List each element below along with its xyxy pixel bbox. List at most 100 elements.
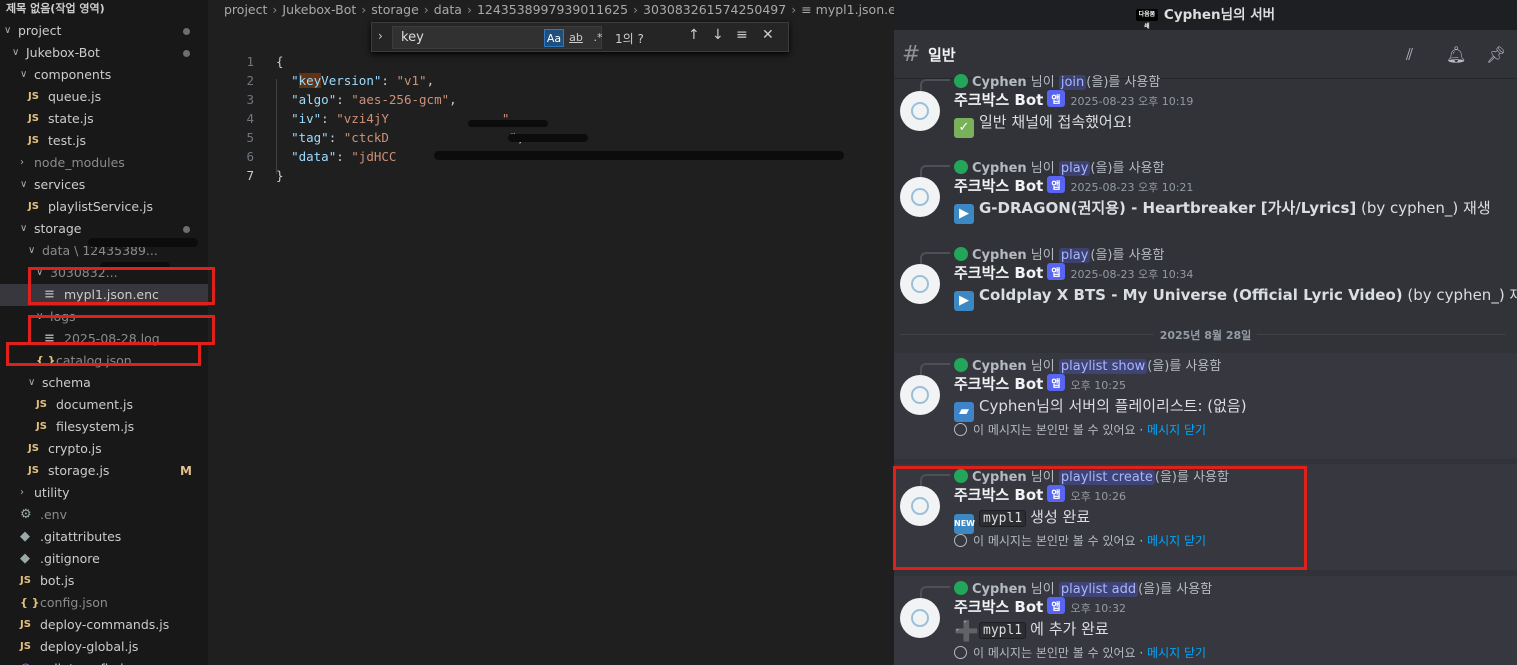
tree-item[interactable]: JS playlistService.js bbox=[0, 196, 208, 218]
pinned-messages-icon[interactable]: 📌︎ bbox=[1486, 45, 1506, 64]
tree-item[interactable]: ◆ .gitignore bbox=[0, 548, 208, 570]
tree-item[interactable]: JS bot.js bbox=[0, 570, 208, 592]
tree-item-label: deploy-global.js bbox=[40, 639, 139, 654]
tree-item[interactable]: ∨ project bbox=[0, 20, 208, 42]
bot-username[interactable]: 주크박스 Bot 앱 2025-08-23 오후 10:21 bbox=[954, 175, 1193, 196]
toggle-replace-icon[interactable]: › bbox=[378, 29, 383, 43]
tree-item[interactable]: JS crypto.js bbox=[0, 438, 208, 460]
code-line: } bbox=[276, 168, 284, 183]
dismiss-message-link[interactable]: 메시지 닫기 bbox=[1147, 423, 1206, 437]
avatar[interactable] bbox=[900, 598, 940, 638]
js-file-icon: JS bbox=[28, 201, 39, 212]
date-divider: 2025년 8월 28일 bbox=[894, 327, 1517, 343]
bot-username[interactable]: 주크박스 Bot 앱 2025-08-23 오후 10:19 bbox=[954, 89, 1193, 110]
tree-item[interactable]: ∨ components bbox=[0, 64, 208, 86]
tree-item-label: .env bbox=[40, 507, 67, 522]
js-file-icon: JS bbox=[28, 113, 39, 124]
tree-item[interactable]: JS queue.js bbox=[0, 86, 208, 108]
line-number: 3 bbox=[246, 92, 254, 107]
avatar[interactable] bbox=[900, 91, 940, 131]
chevron-down-icon: ∨ bbox=[4, 25, 12, 36]
tree-item[interactable]: JS document.js bbox=[0, 394, 208, 416]
tree-item[interactable]: ◆ .gitattributes bbox=[0, 526, 208, 548]
tree-item-label: document.js bbox=[56, 397, 134, 412]
chat-message[interactable]: Cyphen 님이 play (을)를 사용함 주크박스 Bot 앱 2025-08-2… bbox=[894, 242, 1517, 328]
tree-item[interactable]: ◉ eslint.config.js bbox=[0, 658, 208, 665]
avatar[interactable] bbox=[900, 375, 940, 415]
breadcrumb-item[interactable]: data bbox=[434, 2, 462, 17]
slash-command[interactable]: playlist show bbox=[1058, 359, 1148, 374]
emoji-icon: ✓ bbox=[954, 118, 974, 138]
tree-item[interactable]: JS filesystem.js bbox=[0, 416, 208, 438]
timestamp: 2025-08-23 오후 10:19 bbox=[1070, 95, 1194, 108]
slash-command[interactable]: join bbox=[1058, 75, 1087, 90]
slash-command[interactable]: playlist add bbox=[1058, 582, 1139, 597]
line-number: 2 bbox=[246, 73, 254, 88]
whole-word-button[interactable]: ab bbox=[566, 29, 586, 47]
tree-item-label: node_modules bbox=[34, 155, 125, 170]
tree-item[interactable]: › node_modules bbox=[0, 152, 208, 174]
chat-message[interactable]: Cyphen 님이 playlist add (을)를 사용함 주크박스 Bot 앱 오… bbox=[894, 576, 1517, 665]
tree-item[interactable]: JS deploy-commands.js bbox=[0, 614, 208, 636]
reply-context[interactable]: Cyphen 님이 join (을)를 사용함 bbox=[920, 71, 1160, 91]
modified-dot bbox=[183, 50, 190, 57]
slash-command[interactable]: play bbox=[1058, 161, 1091, 176]
breadcrumb-item[interactable]: project bbox=[224, 2, 267, 17]
previous-match-icon[interactable]: ↑ bbox=[688, 27, 700, 43]
chevron-right-icon: › bbox=[20, 157, 24, 168]
bot-username[interactable]: 주크박스 Bot 앱 오후 10:25 bbox=[954, 373, 1126, 394]
notification-bell-icon[interactable]: 🔔︎ bbox=[1446, 45, 1466, 64]
code-line: { bbox=[276, 54, 284, 69]
breadcrumb-item[interactable]: 303083261574250497 bbox=[643, 2, 786, 17]
reply-context[interactable]: Cyphen 님이 playlist add (을)를 사용함 bbox=[920, 578, 1212, 598]
close-find-icon[interactable]: ✕ bbox=[762, 27, 774, 43]
eye-icon bbox=[954, 646, 967, 659]
breadcrumb-item[interactable]: Jukebox-Bot bbox=[282, 2, 356, 17]
next-match-icon[interactable]: ↓ bbox=[712, 27, 724, 43]
breadcrumb: project › Jukebox-Bot › storage › data › 1243538… bbox=[224, 0, 911, 20]
tree-item[interactable]: JS deploy-global.js bbox=[0, 636, 208, 658]
tree-item[interactable]: JS storage.js M bbox=[0, 460, 208, 482]
chevron-down-icon: ∨ bbox=[20, 223, 28, 234]
breadcrumb-separator: › bbox=[791, 2, 797, 17]
tree-item-label: services bbox=[34, 177, 86, 192]
breadcrumb-separator: › bbox=[361, 2, 367, 17]
avatar[interactable] bbox=[900, 264, 940, 304]
find-in-selection-icon[interactable]: ≡ bbox=[736, 27, 748, 43]
slash-command[interactable]: play bbox=[1058, 248, 1091, 263]
reply-context[interactable]: Cyphen 님이 play (을)를 사용함 bbox=[920, 244, 1164, 264]
chat-message[interactable]: Cyphen 님이 play (을)를 사용함 주크박스 Bot 앱 2025-08-2… bbox=[894, 155, 1517, 241]
breadcrumb-item[interactable]: 1243538997939011625 bbox=[477, 2, 628, 17]
bot-username[interactable]: 주크박스 Bot 앱 오후 10:32 bbox=[954, 596, 1126, 617]
chat-message[interactable]: Cyphen 님이 playlist show (을)를 사용함 주크박스 Bot 앱… bbox=[894, 353, 1517, 459]
tree-item[interactable]: ∨ services bbox=[0, 174, 208, 196]
dismiss-message-link[interactable]: 메시지 닫기 bbox=[1147, 646, 1206, 660]
gear-icon: ⚙ bbox=[20, 507, 32, 522]
breadcrumb-item[interactable]: storage bbox=[371, 2, 419, 17]
reply-context[interactable]: Cyphen 님이 play (을)를 사용함 bbox=[920, 157, 1164, 177]
eslint-icon: ◉ bbox=[20, 658, 31, 665]
tree-item[interactable]: ∨ storage bbox=[0, 218, 208, 240]
tree-item[interactable]: › utility bbox=[0, 482, 208, 504]
tree-item-label: eslint.config.js bbox=[40, 658, 130, 665]
avatar[interactable] bbox=[900, 177, 940, 217]
match-case-button[interactable]: Aa bbox=[544, 29, 564, 47]
tree-item[interactable]: JS state.js bbox=[0, 108, 208, 130]
regex-button[interactable]: .* bbox=[588, 29, 608, 47]
server-title: Cyphen님의 서버 bbox=[1163, 7, 1276, 23]
tree-item[interactable]: { } config.json bbox=[0, 592, 208, 614]
reply-context[interactable]: Cyphen 님이 playlist show (을)를 사용함 bbox=[920, 355, 1221, 375]
tree-item-label: filesystem.js bbox=[56, 419, 135, 434]
tree-item-label: playlistService.js bbox=[48, 199, 153, 214]
tree-item[interactable]: ∨ Jukebox-Bot bbox=[0, 42, 208, 64]
tree-item[interactable]: ⚙ .env bbox=[0, 504, 208, 526]
timestamp: 오후 10:25 bbox=[1070, 379, 1126, 392]
annotation-box-log-file bbox=[28, 315, 215, 345]
js-file-icon: JS bbox=[20, 575, 31, 586]
chat-message[interactable]: Cyphen 님이 join (을)를 사용함 주크박스 Bot 앱 2025-08-2… bbox=[894, 69, 1517, 155]
tree-item[interactable]: ∨ schema bbox=[0, 372, 208, 394]
chevron-down-icon: ∨ bbox=[20, 179, 28, 190]
tree-item[interactable]: JS test.js bbox=[0, 130, 208, 152]
bot-username[interactable]: 주크박스 Bot 앱 2025-08-23 오후 10:34 bbox=[954, 262, 1193, 283]
threads-icon[interactable]: ⫽ bbox=[1406, 45, 1413, 65]
